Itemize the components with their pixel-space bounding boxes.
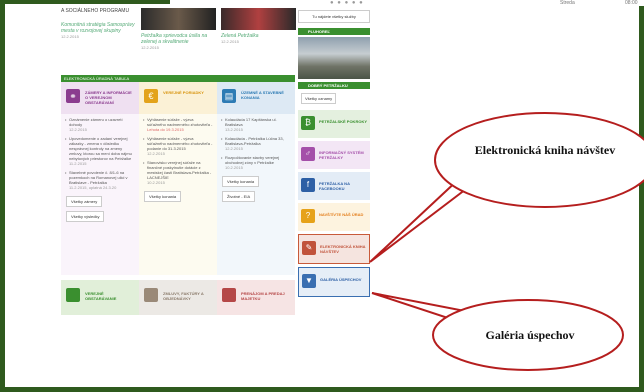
callout-text-top: Elektronická kniha návštev — [474, 143, 616, 157]
callout-pointer-top — [369, 176, 472, 263]
callout-bubble-top — [434, 112, 644, 208]
callout-text-bottom: Galéria úspechov — [485, 328, 575, 342]
